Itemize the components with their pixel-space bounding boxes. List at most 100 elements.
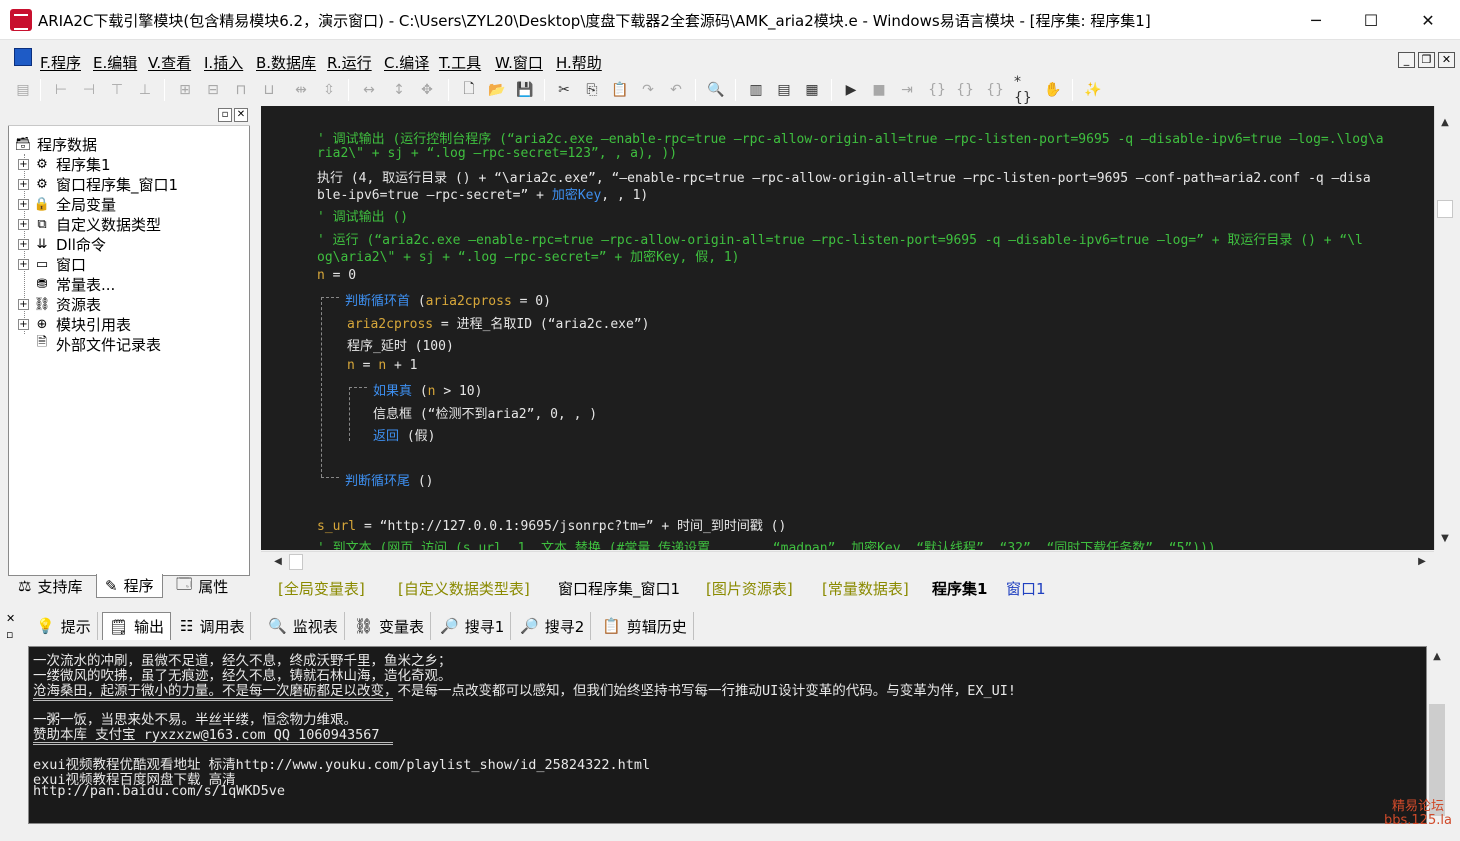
align-left-icon[interactable]: ⊢ <box>50 79 72 101</box>
find-icon[interactable]: 🔍 <box>705 79 727 101</box>
output-console[interactable]: 一次流水的冲刷，虽微不足道，经久不息，终成沃野千里，鱼米之乡； 一缕微风的吹拂，… <box>28 646 1427 824</box>
mdi-restore-button[interactable]: ❐ <box>1418 52 1435 68</box>
maximize-button[interactable]: ☐ <box>1343 0 1399 40</box>
tree-item-modules[interactable]: + ⊕ 模块引用表 <box>18 314 131 334</box>
tab-assembly-1[interactable]: 程序集1 <box>932 577 987 599</box>
copy-icon[interactable]: ⎘ <box>581 79 603 101</box>
code-editor[interactable]: ' 调试输出 (运行控制台程序 (“aria2c.exe —enable-rpc… <box>261 106 1434 550</box>
scroll-up-icon[interactable]: ▲ <box>1428 648 1446 666</box>
tab-clip-history[interactable]: 📋 剪辑历史 <box>596 612 694 640</box>
tab-hint[interactable]: 💡 提示 <box>30 612 98 640</box>
size-height-icon[interactable]: ↕ <box>388 79 410 101</box>
tab-window-1[interactable]: 窗口1 <box>1006 577 1046 599</box>
tree-item-custom-types[interactable]: + ⧉ 自定义数据类型 <box>18 214 161 234</box>
tree-item-external-files[interactable]: 🗎 外部文件记录表 <box>33 334 161 354</box>
tree-item-window-assembly[interactable]: + ⚙ 窗口程序集_窗口1 <box>18 174 178 194</box>
redo-icon[interactable]: ↷ <box>637 79 659 101</box>
layout-top-icon[interactable]: ▤ <box>773 79 795 101</box>
tab-search-1[interactable]: 🔎 搜寻1 <box>434 612 512 640</box>
step-icon[interactable]: ⇥ <box>896 79 918 101</box>
run-icon[interactable]: ▶ <box>840 79 862 101</box>
menu-compile[interactable]: C.编译 <box>384 52 429 73</box>
align-bottom-icon[interactable]: ⊥ <box>134 79 156 101</box>
close-button[interactable]: ✕ <box>1400 0 1456 40</box>
cut-icon[interactable]: ✂ <box>553 79 575 101</box>
step-into-icon[interactable]: {} <box>926 79 948 101</box>
tree-item-resources[interactable]: + ⛓ 资源表 <box>18 294 101 314</box>
editor-vertical-scrollbar[interactable]: ▲ ▼ <box>1434 106 1454 550</box>
mdi-minimize-button[interactable]: _ <box>1398 52 1415 68</box>
menu-program[interactable]: F.程序 <box>40 52 81 73</box>
tab-program[interactable]: ✎ 程序 <box>96 574 163 598</box>
layout-both-icon[interactable]: ▦ <box>801 79 823 101</box>
same-width-icon[interactable]: ⊓ <box>230 79 252 101</box>
scroll-down-icon[interactable]: ▼ <box>1436 530 1454 548</box>
tree-item-window[interactable]: + ▭ 窗口 <box>18 254 86 274</box>
paste-icon[interactable]: 📋 <box>609 79 631 101</box>
step-over-icon[interactable]: {} <box>954 79 976 101</box>
open-folder-icon[interactable]: 📂 <box>486 79 508 101</box>
wizard-icon[interactable]: ✨ <box>1082 79 1104 101</box>
tree-item-globals[interactable]: + 🔒 全局变量 <box>18 194 116 214</box>
scroll-right-icon[interactable]: ▶ <box>1413 553 1431 571</box>
expand-icon[interactable]: + <box>18 218 29 230</box>
align-right-icon[interactable]: ⊣ <box>78 79 100 101</box>
stop-icon[interactable]: ■ <box>868 79 890 101</box>
form-grid-icon[interactable]: ▤ <box>12 79 34 101</box>
tree-item-constants[interactable]: ⛃ 常量表... <box>33 274 116 294</box>
expand-icon[interactable]: + <box>18 318 29 330</box>
expand-icon[interactable]: + <box>18 298 29 310</box>
menu-edit[interactable]: E.编辑 <box>93 52 137 73</box>
expand-icon[interactable]: + <box>18 198 29 210</box>
panel-close-icon[interactable]: ✕ <box>6 612 15 625</box>
output-scrollbar[interactable]: ▲ <box>1427 646 1447 824</box>
run-to-cursor-icon[interactable]: *{} <box>1014 74 1036 106</box>
minimize-button[interactable]: ─ <box>1288 0 1344 40</box>
tab-image-resources[interactable]: [图片资源表] <box>706 577 793 599</box>
menu-window[interactable]: W.窗口 <box>495 52 543 73</box>
scroll-left-icon[interactable]: ◀ <box>269 553 287 571</box>
menu-view[interactable]: V.查看 <box>148 52 191 73</box>
space-h-icon[interactable]: ⇹ <box>290 79 312 101</box>
align-top-icon[interactable]: ⊤ <box>106 79 128 101</box>
scroll-thumb[interactable] <box>1437 200 1453 218</box>
scroll-up-icon[interactable]: ▲ <box>1436 114 1454 132</box>
panel-pin-icon[interactable]: ▫ <box>6 628 13 641</box>
tab-variables[interactable]: ⛓ 变量表 <box>348 612 432 640</box>
center-v-icon[interactable]: ⊟ <box>202 79 224 101</box>
tab-output[interactable]: 🗒 输出 <box>102 612 172 640</box>
size-both-icon[interactable]: ✥ <box>416 79 438 101</box>
tab-support-library[interactable]: ⚖ 支持库 <box>10 574 90 598</box>
new-file-icon[interactable]: 🗋 <box>458 79 480 101</box>
tab-global-vars[interactable]: [全局变量表] <box>278 577 365 599</box>
panel-pin-button[interactable]: ▫ <box>218 108 232 122</box>
undo-icon[interactable]: ↶ <box>665 79 687 101</box>
layout-left-icon[interactable]: ▥ <box>745 79 767 101</box>
menu-insert[interactable]: I.插入 <box>204 52 243 73</box>
tab-call-stack[interactable]: ☷ 调用表 <box>174 612 252 640</box>
center-h-icon[interactable]: ⊞ <box>174 79 196 101</box>
expand-icon[interactable]: + <box>18 258 29 270</box>
tab-constants[interactable]: [常量数据表] <box>822 577 909 599</box>
menu-help[interactable]: H.帮助 <box>556 52 602 73</box>
tree-root[interactable]: 🗃 程序数据 <box>14 134 97 154</box>
expand-icon[interactable]: + <box>18 238 29 250</box>
panel-close-button[interactable]: ✕ <box>234 108 248 122</box>
tab-search-2[interactable]: 🔎 搜寻2 <box>514 612 592 640</box>
space-v-icon[interactable]: ⇳ <box>318 79 340 101</box>
menu-database[interactable]: B.数据库 <box>256 52 316 73</box>
menu-run[interactable]: R.运行 <box>327 52 372 73</box>
tree-item-assembly[interactable]: + ⚙ 程序集1 <box>18 154 111 174</box>
tab-window-assembly[interactable]: 窗口程序集_窗口1 <box>558 577 680 599</box>
save-icon[interactable]: 💾 <box>514 79 536 101</box>
menu-tools[interactable]: T.工具 <box>439 52 481 73</box>
tree-item-dll[interactable]: + ⇊ Dll命令 <box>18 234 106 254</box>
tab-watch[interactable]: 🔍 监视表 <box>262 612 345 640</box>
tab-properties[interactable]: 🗔 属性 <box>168 574 236 598</box>
tab-custom-types[interactable]: [自定义数据类型表] <box>398 577 530 599</box>
size-width-icon[interactable]: ↔ <box>358 79 380 101</box>
expand-icon[interactable]: + <box>18 158 29 170</box>
step-out-icon[interactable]: {} <box>984 79 1006 101</box>
scroll-thumb[interactable] <box>289 554 303 570</box>
mdi-close-button[interactable]: ✕ <box>1438 52 1455 68</box>
